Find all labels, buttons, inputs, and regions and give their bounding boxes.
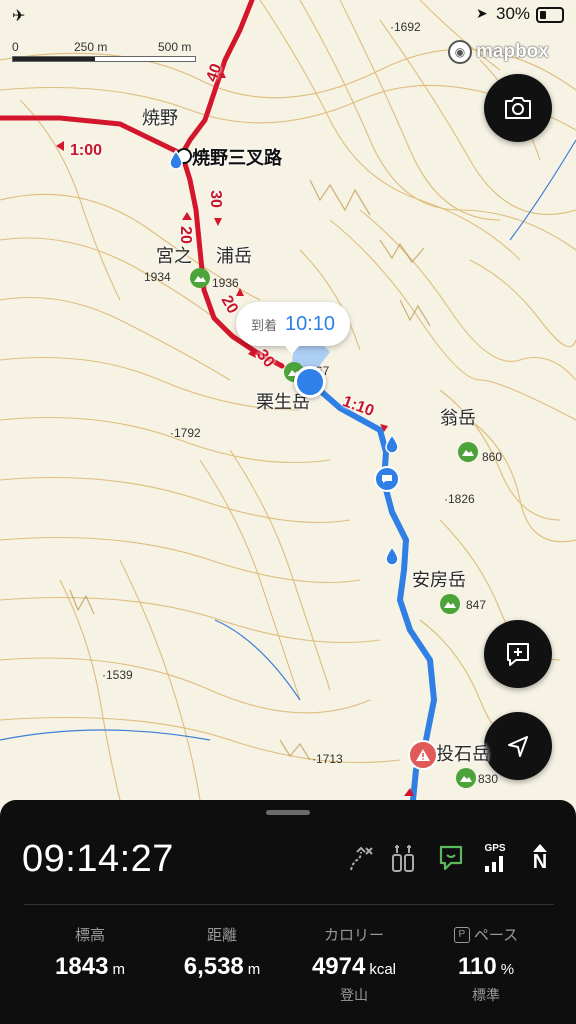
map-view[interactable]: ✈ ➤ 30% 0 250 m 500 m ◉ mapbox 焼野 焼野三叉路 … [0,0,576,810]
stat-calories-activity: 登山 [340,988,368,1004]
stat-pace-level: 標準 [472,988,500,1004]
arrival-label: 到着 [250,318,277,334]
elevation-1847: 847 [466,598,487,612]
scale-bar: 0 250 m 500 m [12,40,208,66]
status-icons-row: GPS N [340,842,560,878]
stat-altitude-unit: m [112,961,125,978]
mapbox-brand-text: mapbox [476,41,549,62]
stat-pace-label: ペース [473,926,519,944]
add-note-icon [507,643,529,666]
scale-label-zero: 0 [12,40,19,54]
arrival-time: 10:10 [284,312,336,335]
water-source-icon[interactable] [384,546,400,566]
elapsed-clock: 09:14:27 [22,838,174,880]
panel-drag-handle[interactable] [266,810,310,815]
route-off-icon[interactable] [346,842,374,874]
elevation-1860: 860 [482,450,503,464]
scale-label-250: 250 m [74,40,108,54]
add-memo-button[interactable] [484,620,552,688]
current-location-marker [294,366,326,398]
airplane-mode-icon: ✈ [12,6,26,25]
segment-time-label: 30 [206,190,224,208]
stat-distance-unit: m [247,961,261,978]
elevation-1830: 830 [478,772,499,786]
stat-pace-unit: % [500,961,515,978]
segment-time-label: 1:00 [70,142,103,159]
battery-icon [536,7,564,23]
camera-button[interactable] [484,74,552,142]
stat-distance: 距離 6,538 m [150,924,294,981]
stat-distance-value: 6,538 [183,953,244,980]
stat-altitude-label: 標高 [74,926,105,944]
stat-altitude: 標高 1843 m [18,924,162,981]
panel-divider [24,904,554,905]
north-label: N [532,851,548,873]
stat-distance-label: 距離 [206,926,237,944]
gps-label: GPS [484,843,506,854]
place-label-yakeno-junction[interactable]: 焼野三叉路 [192,144,282,170]
elevation-1934: 1934 [144,270,171,284]
status-bar: ✈ ➤ 30% [0,0,576,30]
stat-pace-value: 110 [457,953,497,980]
camera-icon [505,97,531,119]
stat-calories-label: カロリー [323,926,384,944]
battery-percentage: 30% [496,4,531,23]
stat-altitude-value: 1843 [55,953,109,980]
peak-icon[interactable] [458,442,478,462]
stat-calories-value: 4974 [311,953,366,980]
battery-saver-icon[interactable] [390,842,416,874]
mapbox-attribution[interactable]: ◉ mapbox [448,38,549,66]
place-label-yakeno: 焼野 [142,108,178,129]
north-compass-icon[interactable]: N [526,842,554,874]
peak-icon[interactable] [190,268,210,288]
arrival-callout[interactable]: 到着 10:10 [236,302,350,354]
elevation-1792: ·1792 [170,426,201,440]
elevation-1936: 1936 [212,276,239,290]
elevation-1692: ·1692 [390,20,421,34]
stat-pace[interactable]: P ペース 110% 標準 [414,924,558,1005]
pace-badge-icon: P [453,926,470,943]
warning-icon[interactable] [408,740,438,770]
place-label-miyanoura-part1: 宮之 [156,246,192,267]
mapbox-logo-icon: ◉ [448,40,472,64]
stat-calories: カロリー 4974 kcal 登山 [282,924,426,1005]
activity-panel[interactable]: 09:14:27 GPS N 標高 1843 m 距離 6,538 m カロリー 4… [0,800,576,1024]
elevation-1539: ·1539 [102,668,133,682]
location-arrow-icon: ➤ [476,6,488,22]
memo-status-icon[interactable] [438,842,464,874]
scale-label-500: 500 m [158,40,192,54]
gps-signal-icon: GPS [480,842,510,874]
place-label-ambo: 安房岳 [412,570,466,591]
segment-time-label: 20 [176,226,194,244]
stat-calories-unit: kcal [369,961,397,978]
scale-bar-graphic [12,56,196,62]
water-source-icon[interactable] [168,150,184,170]
place-label-nageishi: 投石岳 [436,744,490,765]
memo-pin-icon[interactable] [374,466,400,492]
elevation-1713: ·1713 [312,752,343,766]
current-location-button[interactable] [484,712,552,780]
elevation-1826: ·1826 [444,492,475,506]
place-label-okina: 翁岳 [440,408,476,429]
water-source-icon[interactable] [384,434,400,454]
place-label-miyanoura-part2: 浦岳 [216,246,252,267]
peak-icon[interactable] [456,768,476,788]
peak-icon[interactable] [440,594,460,614]
navigation-arrow-icon [508,736,528,757]
